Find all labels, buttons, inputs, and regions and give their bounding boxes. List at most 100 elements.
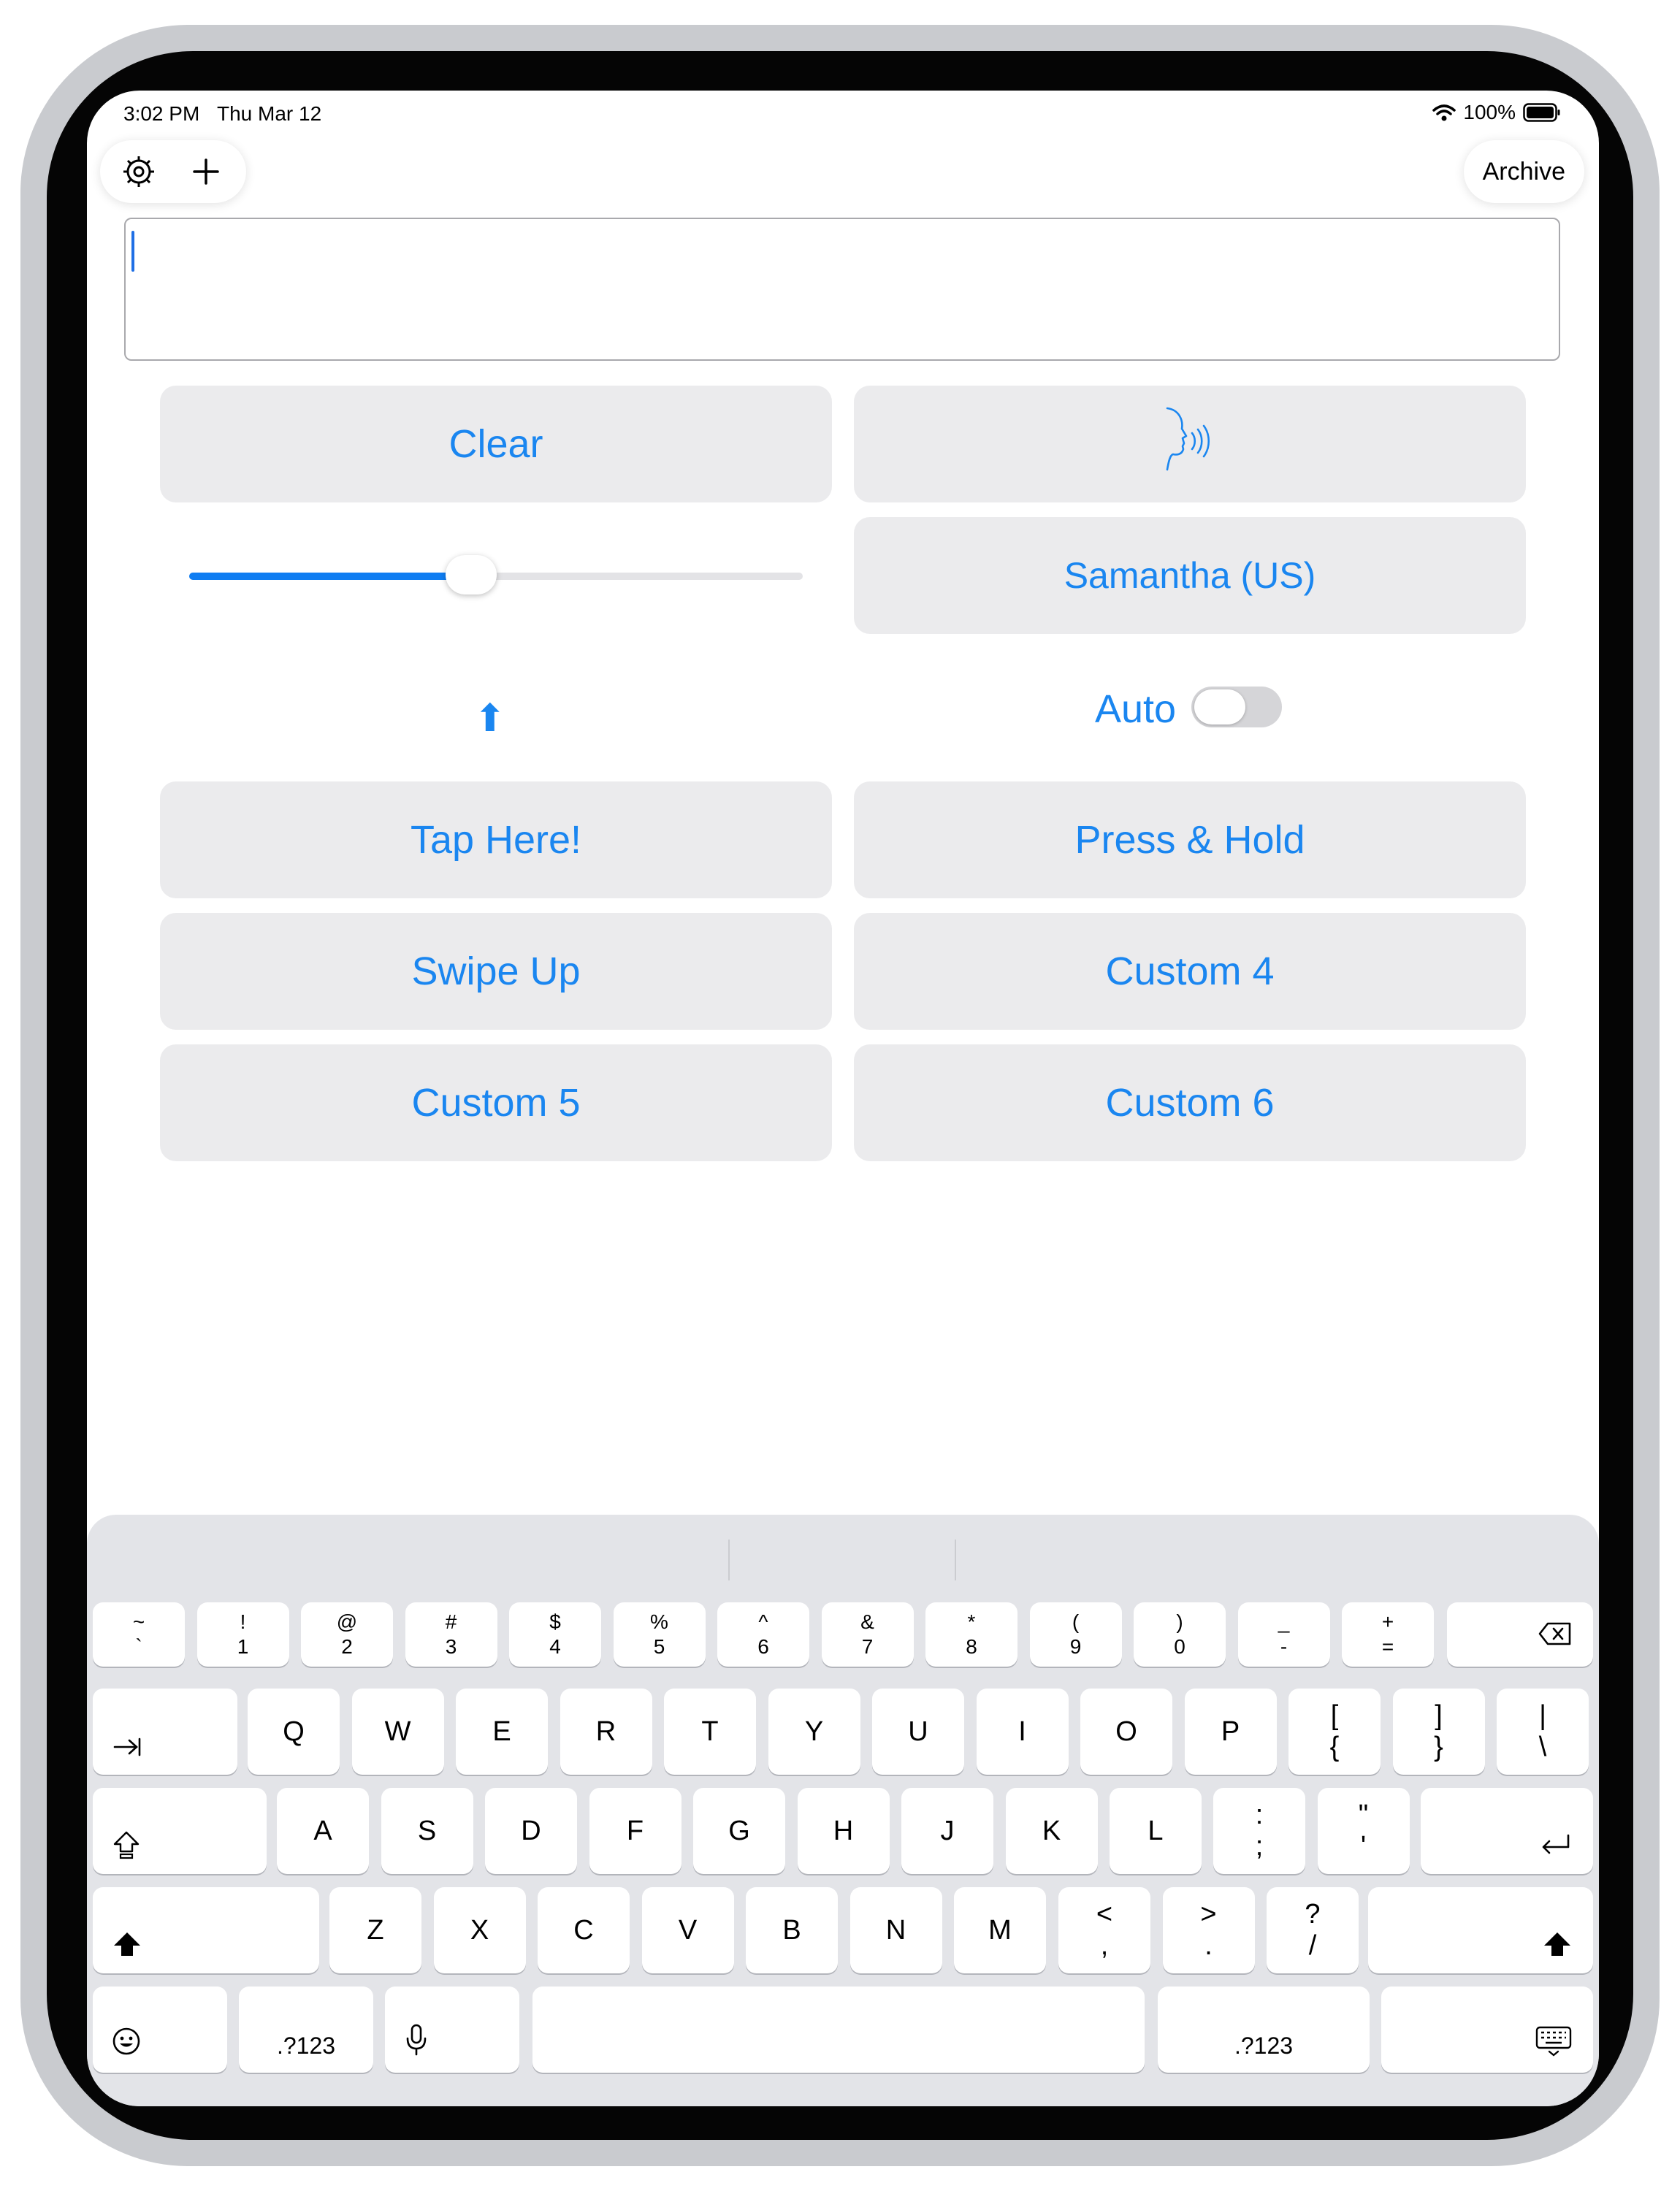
key-label: C <box>573 1914 594 1946</box>
key-9-9[interactable]: (9 <box>1029 1602 1122 1667</box>
key-label: S <box>417 1815 437 1846</box>
key-angle-1[interactable]: >. <box>1162 1887 1255 1973</box>
key--11[interactable]: _ - <box>1237 1602 1330 1667</box>
key-o[interactable]: O <box>1080 1689 1172 1775</box>
key-angle-2[interactable]: ? / <box>1267 1887 1359 1973</box>
key-x[interactable]: X <box>433 1887 526 1973</box>
tap-here-button[interactable]: Tap Here! <box>160 781 832 898</box>
key-label: Y <box>804 1716 824 1747</box>
slider-thumb[interactable] <box>446 555 497 594</box>
key-label: K <box>1042 1815 1061 1846</box>
key-label: E <box>492 1716 511 1747</box>
key-u[interactable]: U <box>872 1689 964 1775</box>
key-0-10[interactable]: ) 0 <box>1134 1602 1226 1667</box>
key-z[interactable]: Z <box>329 1887 421 1973</box>
key-v[interactable]: V <box>641 1887 734 1973</box>
custom-4-button[interactable]: Custom 4 <box>854 913 1526 1030</box>
key-r[interactable]: R <box>560 1689 652 1775</box>
custom-6-button[interactable]: Custom 6 <box>854 1044 1526 1161</box>
swipe-up-button[interactable]: Swipe Up <box>160 913 832 1030</box>
key-e[interactable]: E <box>456 1689 548 1775</box>
key-bottom-symbol: / <box>1308 1930 1317 1961</box>
slider-fill <box>189 573 472 580</box>
speak-button[interactable] <box>854 386 1526 502</box>
key-4-4[interactable]: $4 <box>509 1602 601 1667</box>
key-t[interactable]: T <box>664 1689 756 1775</box>
key-label: V <box>678 1914 698 1946</box>
key-n[interactable]: N <box>849 1887 942 1973</box>
numbers-key-right[interactable]: .?123 <box>1158 1987 1370 2073</box>
status-time: 3:02 PM <box>123 102 200 125</box>
key-j[interactable]: J <box>901 1788 993 1874</box>
key-bottom-symbol: 0 <box>1174 1635 1185 1658</box>
space-bar[interactable] <box>532 1987 1145 2073</box>
key-6-6[interactable]: ^ 6 <box>717 1602 809 1667</box>
key-d[interactable]: D <box>485 1788 577 1874</box>
key-bracket-2[interactable]: | \ <box>1497 1689 1589 1775</box>
key-2-2[interactable]: @2 <box>301 1602 393 1667</box>
key-q[interactable]: Q <box>248 1689 340 1775</box>
voice-select-button[interactable]: Samantha (US) <box>854 517 1526 634</box>
key-bracket-0[interactable]: [{ <box>1288 1689 1381 1775</box>
key-i[interactable]: I <box>976 1689 1069 1775</box>
settings-button[interactable] <box>119 152 159 191</box>
key-8-8[interactable]: * 8 <box>925 1602 1017 1667</box>
key-m[interactable]: M <box>954 1887 1046 1973</box>
up-arrow-icon[interactable]: ⬆ <box>474 697 506 741</box>
key-punct-0[interactable]: :; <box>1213 1788 1305 1874</box>
delete-key[interactable] <box>1447 1602 1593 1667</box>
speech-rate-slider[interactable] <box>189 555 803 594</box>
key-g[interactable]: G <box>693 1788 785 1874</box>
key-label: U <box>908 1716 928 1747</box>
key-c[interactable]: C <box>538 1887 630 1973</box>
key--12[interactable]: + = <box>1342 1602 1434 1667</box>
key-bottom-symbol: 6 <box>757 1635 769 1658</box>
key-label: L <box>1148 1815 1164 1846</box>
right-shift-key[interactable] <box>1368 1887 1593 1973</box>
key-k[interactable]: K <box>1005 1788 1098 1874</box>
custom-5-button[interactable]: Custom 5 <box>160 1044 832 1161</box>
key--0[interactable]: ~ ` <box>93 1602 185 1667</box>
press-hold-button[interactable]: Press & Hold <box>854 781 1526 898</box>
key-top-symbol: _ <box>1278 1610 1290 1633</box>
key-1-1[interactable]: ! 1 <box>196 1602 289 1667</box>
archive-button[interactable]: Archive <box>1463 140 1584 203</box>
key-l[interactable]: L <box>1110 1788 1202 1874</box>
key-bottom-symbol: = <box>1381 1635 1394 1658</box>
hide-keyboard-key[interactable] <box>1381 1987 1593 2073</box>
caps-lock-key[interactable] <box>93 1788 267 1874</box>
key-top-symbol: : <box>1255 1800 1264 1830</box>
numbers-key-label: .?123 <box>1234 2033 1294 2059</box>
key-s[interactable]: S <box>381 1788 473 1874</box>
key-f[interactable]: F <box>589 1788 681 1874</box>
key-label: Z <box>367 1914 384 1946</box>
left-shift-key[interactable] <box>93 1887 319 1973</box>
key-a[interactable]: A <box>277 1788 369 1874</box>
key-label: M <box>988 1914 1012 1946</box>
key-bracket-1[interactable]: ]} <box>1392 1689 1485 1775</box>
key-h[interactable]: H <box>797 1788 890 1874</box>
key-b[interactable]: B <box>746 1887 838 1973</box>
clear-button[interactable]: Clear <box>160 386 832 502</box>
add-button[interactable] <box>186 152 226 191</box>
key-punct-1[interactable]: " ' <box>1317 1788 1410 1874</box>
dictation-key[interactable] <box>385 1987 519 2073</box>
key-label: D <box>521 1815 541 1846</box>
key-top-symbol: ~ <box>132 1610 145 1633</box>
key-bottom-symbol: 2 <box>341 1635 353 1658</box>
message-text-input[interactable] <box>124 218 1560 361</box>
key-5-5[interactable]: % 5 <box>613 1602 706 1667</box>
key-7-7[interactable]: & 7 <box>821 1602 914 1667</box>
return-key[interactable] <box>1421 1788 1593 1874</box>
key-w[interactable]: W <box>351 1689 444 1775</box>
key-y[interactable]: Y <box>768 1689 860 1775</box>
auto-toggle[interactable] <box>1191 687 1282 727</box>
numbers-key-left[interactable]: .?123 <box>239 1987 373 2073</box>
key-angle-0[interactable]: <, <box>1058 1887 1150 1973</box>
key-p[interactable]: P <box>1184 1689 1277 1775</box>
status-date: Thu Mar 12 <box>217 102 322 125</box>
emoji-key[interactable] <box>93 1987 227 2073</box>
tab-key[interactable] <box>93 1689 237 1775</box>
microphone-icon <box>405 2024 427 2060</box>
key-3-3[interactable]: #3 <box>405 1602 497 1667</box>
